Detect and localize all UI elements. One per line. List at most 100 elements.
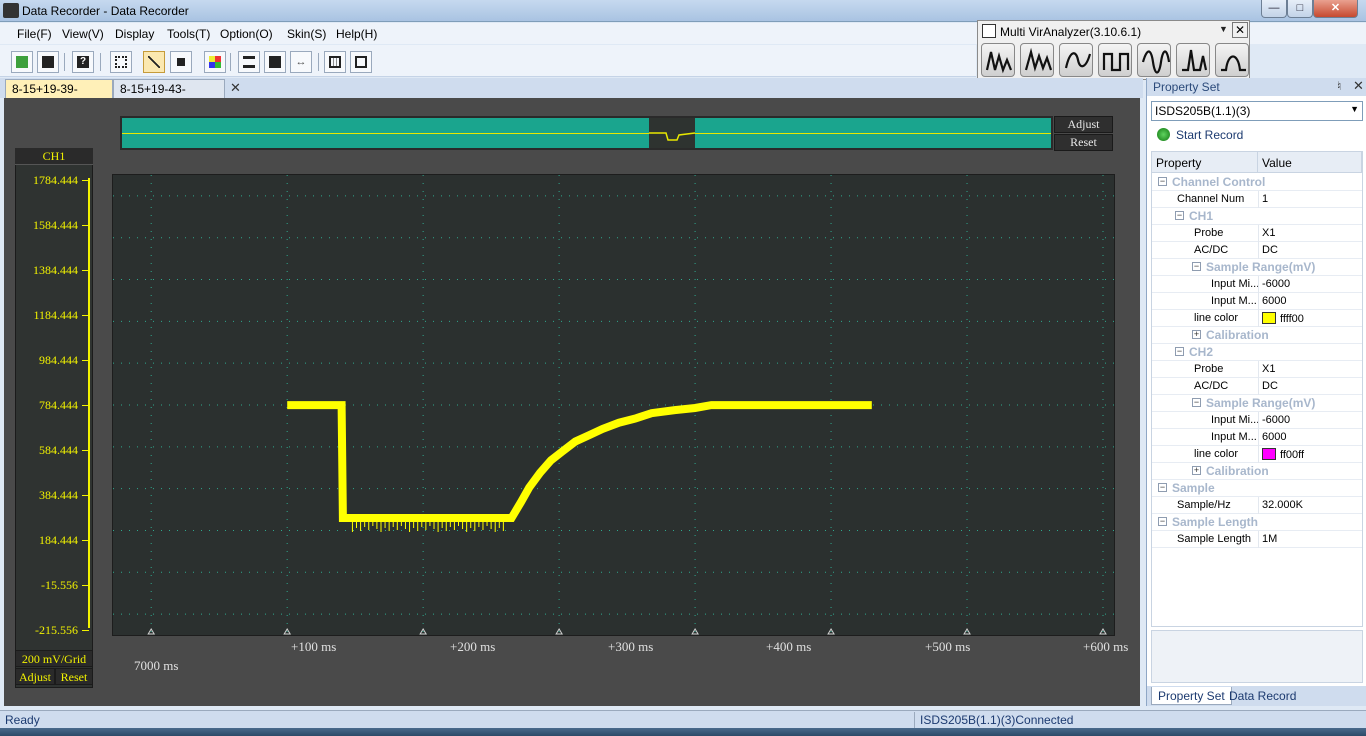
y-tick-label: 784.444 bbox=[39, 398, 78, 412]
property-category[interactable]: − Sample Length bbox=[1152, 514, 1362, 531]
analyzer-title: Multi VirAnalyzer(3.10.6.1) bbox=[1000, 25, 1142, 39]
toolbar: ? ↔ bbox=[0, 45, 976, 77]
x-start-label: 7000 ms bbox=[134, 658, 179, 673]
menu-display[interactable]: Display bbox=[115, 27, 154, 41]
pulse-icon[interactable] bbox=[1098, 43, 1132, 77]
menu-file[interactable]: File(F) bbox=[17, 27, 52, 41]
column-header-property: Property bbox=[1152, 152, 1258, 173]
overview-strip[interactable] bbox=[120, 116, 1053, 150]
property-value[interactable]: 6000 bbox=[1262, 295, 1286, 307]
property-value[interactable]: -6000 bbox=[1262, 414, 1290, 426]
property-value[interactable]: 1M bbox=[1262, 533, 1277, 545]
property-value[interactable]: ffff00 bbox=[1262, 312, 1304, 325]
panel-close-icon[interactable]: ✕ bbox=[1353, 78, 1364, 94]
channel-icon[interactable] bbox=[238, 51, 260, 73]
property-category[interactable]: − CH1 bbox=[1152, 208, 1362, 225]
device-select[interactable]: ISDS205B(1.1)(3) ▼ bbox=[1151, 101, 1363, 121]
property-category[interactable]: − Sample Range(mV) bbox=[1152, 395, 1362, 412]
start-record-button[interactable]: Start Record bbox=[1157, 128, 1243, 146]
property-row[interactable]: Input Mi... -6000 bbox=[1152, 412, 1362, 429]
dropdown-icon[interactable]: ▼ bbox=[1219, 24, 1228, 34]
property-row[interactable]: Input M... 6000 bbox=[1152, 293, 1362, 310]
expand-icon[interactable]: + bbox=[1192, 466, 1201, 475]
menu-option[interactable]: Option(O) bbox=[220, 27, 273, 41]
property-name: AC/DC bbox=[1194, 380, 1229, 392]
channel-reset-button[interactable]: Reset bbox=[55, 668, 93, 685]
property-row[interactable]: Input M... 6000 bbox=[1152, 429, 1362, 446]
tab-data-record[interactable]: Data Record bbox=[1223, 687, 1302, 705]
property-value[interactable]: -6000 bbox=[1262, 278, 1290, 290]
property-category[interactable]: + Calibration bbox=[1152, 327, 1362, 344]
save-icon[interactable] bbox=[37, 51, 59, 73]
grid-add-icon[interactable] bbox=[350, 51, 372, 73]
overview-reset-button[interactable]: Reset bbox=[1054, 134, 1113, 151]
menu-tools[interactable]: Tools(T) bbox=[167, 27, 210, 41]
collapse-icon[interactable]: − bbox=[1175, 347, 1184, 356]
property-row[interactable]: line color ffff00 bbox=[1152, 310, 1362, 327]
tab-property-set[interactable]: Property Set bbox=[1151, 687, 1232, 705]
tab-file-1[interactable]: 8-15+19-39-40.osc bbox=[5, 79, 113, 110]
property-row[interactable]: Channel Num 1 bbox=[1152, 191, 1362, 208]
property-row[interactable]: Sample/Hz 32.000K bbox=[1152, 497, 1362, 514]
menu-view[interactable]: View(V) bbox=[62, 27, 104, 41]
tab-close-icon[interactable]: ✕ bbox=[230, 80, 241, 96]
property-category[interactable]: − Sample bbox=[1152, 480, 1362, 497]
collapse-icon[interactable]: − bbox=[1158, 483, 1167, 492]
collapse-icon[interactable]: − bbox=[1158, 517, 1167, 526]
cursor-icon[interactable] bbox=[110, 51, 132, 73]
y-tick-label: 1384.444 bbox=[33, 263, 78, 277]
property-value[interactable]: 32.000K bbox=[1262, 499, 1303, 511]
wave-icon[interactable] bbox=[1137, 43, 1171, 77]
close-button[interactable]: ✕ bbox=[1313, 0, 1358, 18]
tab-file-2[interactable]: 8-15+19-43-24.osc bbox=[113, 79, 225, 110]
property-category[interactable]: + Calibration bbox=[1152, 463, 1362, 480]
plot-area[interactable] bbox=[112, 174, 1115, 636]
pin-icon[interactable]: ♮ bbox=[1337, 79, 1341, 93]
stop-icon[interactable] bbox=[170, 51, 192, 73]
analyzer-close-button[interactable]: ✕ bbox=[1232, 22, 1248, 38]
collapse-icon[interactable]: − bbox=[1192, 398, 1201, 407]
color-icon[interactable] bbox=[204, 51, 226, 73]
y-tick-label: 1584.444 bbox=[33, 218, 78, 232]
property-row[interactable]: AC/DC DC bbox=[1152, 242, 1362, 259]
analysis-icon[interactable] bbox=[1059, 43, 1093, 77]
property-row[interactable]: Probe X1 bbox=[1152, 361, 1362, 378]
copy-icon[interactable] bbox=[264, 51, 286, 73]
property-value[interactable]: ff00ff bbox=[1262, 448, 1304, 461]
overview-window[interactable] bbox=[649, 118, 696, 148]
property-row[interactable]: Sample Length 1M bbox=[1152, 531, 1362, 548]
document-tabs: 8-15+19-39-40.osc 8-15+19-43-24.osc ✕ bbox=[0, 78, 1143, 110]
property-value[interactable]: X1 bbox=[1262, 363, 1275, 375]
property-value[interactable]: DC bbox=[1262, 244, 1278, 256]
minimize-button[interactable]: — bbox=[1261, 0, 1287, 18]
property-row[interactable]: AC/DC DC bbox=[1152, 378, 1362, 395]
property-category[interactable]: − Channel Control bbox=[1152, 174, 1362, 191]
property-row[interactable]: line color ff00ff bbox=[1152, 446, 1362, 463]
collapse-icon[interactable]: − bbox=[1158, 177, 1167, 186]
menu-skin[interactable]: Skin(S) bbox=[287, 27, 326, 41]
property-value[interactable]: 1 bbox=[1262, 193, 1268, 205]
line-icon[interactable] bbox=[143, 51, 165, 73]
spectrum-s-icon[interactable] bbox=[981, 43, 1015, 77]
filter-icon[interactable] bbox=[1215, 43, 1249, 77]
property-row[interactable]: Probe X1 bbox=[1152, 225, 1362, 242]
spectrum-p-icon[interactable] bbox=[1020, 43, 1054, 77]
collapse-icon[interactable]: − bbox=[1192, 262, 1201, 271]
menu-help[interactable]: Help(H) bbox=[336, 27, 377, 41]
channel-adjust-button[interactable]: Adjust bbox=[15, 668, 55, 685]
property-row[interactable]: Input Mi... -6000 bbox=[1152, 276, 1362, 293]
property-category[interactable]: − CH2 bbox=[1152, 344, 1362, 361]
expand-icon[interactable]: + bbox=[1192, 330, 1201, 339]
property-value[interactable]: X1 bbox=[1262, 227, 1275, 239]
fit-icon[interactable]: ↔ bbox=[290, 51, 312, 73]
help-icon[interactable]: ? bbox=[72, 51, 94, 73]
overview-adjust-button[interactable]: Adjust bbox=[1054, 116, 1113, 133]
collapse-icon[interactable]: − bbox=[1175, 211, 1184, 220]
grid-icon[interactable] bbox=[324, 51, 346, 73]
property-value[interactable]: DC bbox=[1262, 380, 1278, 392]
maximize-button[interactable]: □ bbox=[1287, 0, 1313, 18]
spike-icon[interactable] bbox=[1176, 43, 1210, 77]
open-icon[interactable] bbox=[11, 51, 33, 73]
property-value[interactable]: 6000 bbox=[1262, 431, 1286, 443]
property-category[interactable]: − Sample Range(mV) bbox=[1152, 259, 1362, 276]
